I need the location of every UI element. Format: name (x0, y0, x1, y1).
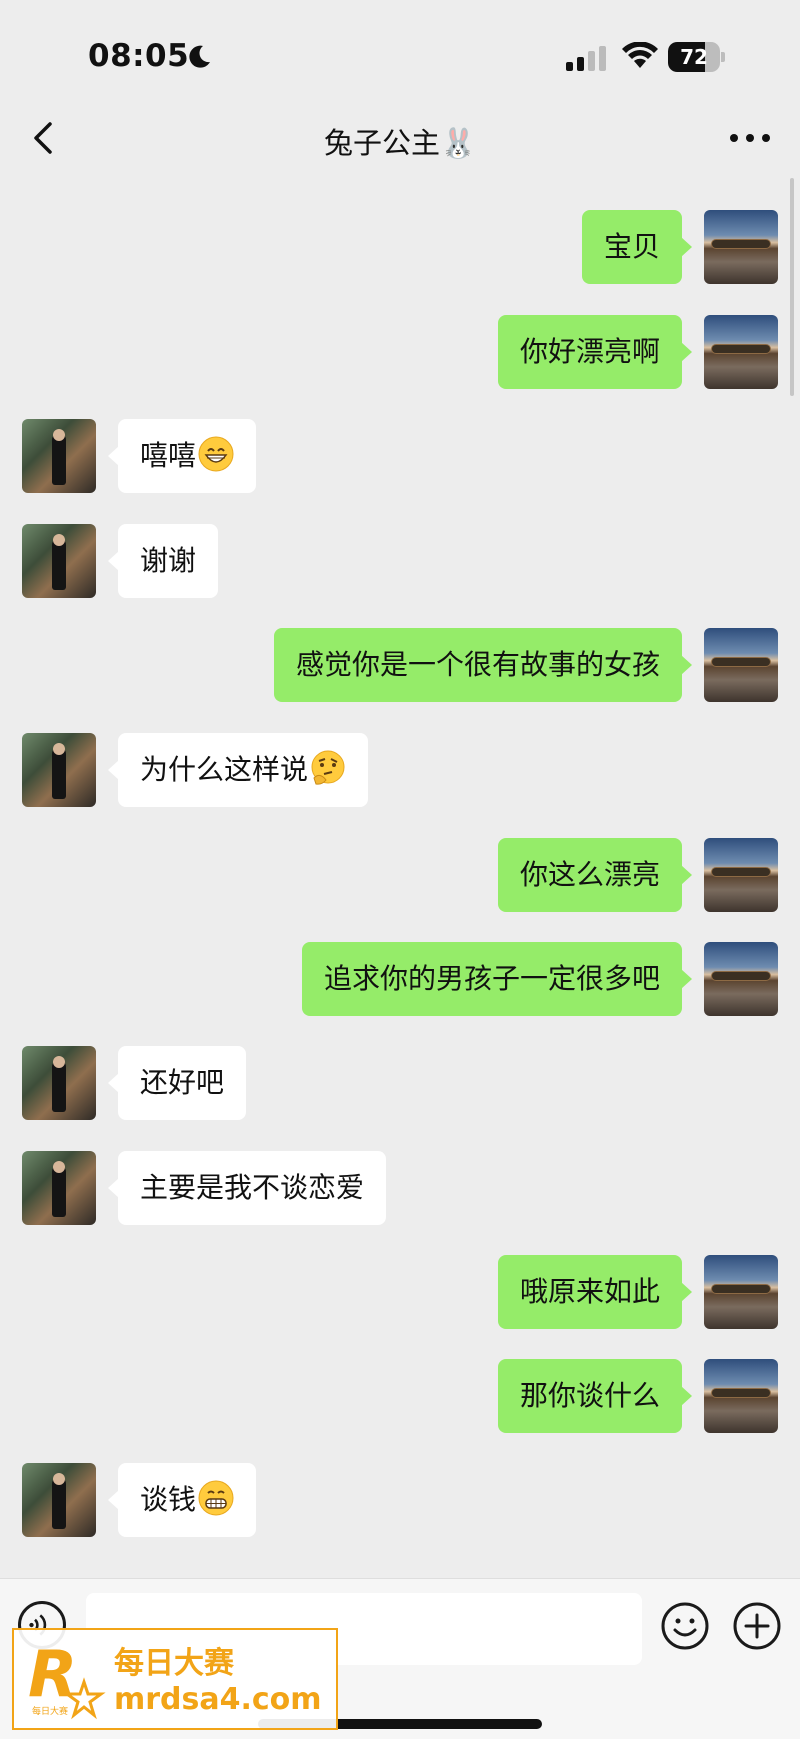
message-row: 谈钱 (0, 1463, 800, 1537)
watermark-small-text: 每日大赛 (32, 1707, 69, 1717)
my-avatar[interactable] (704, 1255, 778, 1329)
watermark-url: mrdsa4.com (114, 1682, 322, 1717)
more-dots-icon[interactable] (728, 128, 772, 148)
contact-avatar[interactable] (22, 1151, 96, 1225)
my-avatar[interactable] (704, 1359, 778, 1433)
message-text: 哦原来如此 (519, 1275, 660, 1308)
message-row: 你这么漂亮 (0, 838, 800, 912)
contact-avatar[interactable] (22, 1463, 96, 1537)
plus-icon[interactable] (732, 1601, 782, 1651)
contact-avatar[interactable] (22, 1046, 96, 1120)
outgoing-bubble[interactable]: 宝贝 (581, 210, 693, 284)
my-avatar[interactable] (704, 942, 778, 1016)
chat-title: 兔子公主🐰 (323, 126, 477, 160)
incoming-bubble[interactable]: 嘻嘻 (107, 419, 257, 493)
message-text: 你这么漂亮 (519, 858, 660, 891)
message-text: 你好漂亮啊 (519, 335, 660, 368)
message-row: 感觉你是一个很有故事的女孩 (0, 628, 800, 702)
message-row: 哦原来如此 (0, 1255, 800, 1329)
outgoing-bubble[interactable]: 感觉你是一个很有故事的女孩 (273, 628, 693, 702)
message-text: 嘻嘻 (140, 439, 197, 472)
battery-level: 72 (680, 45, 708, 69)
message-text: 主要是我不谈恋爱 (140, 1171, 365, 1204)
message-row: 追求你的男孩子一定很多吧 (0, 942, 800, 1016)
watermark-title: 每日大赛 (114, 1646, 234, 1681)
outgoing-bubble[interactable]: 那你谈什么 (497, 1359, 693, 1433)
battery-icon: 72 (668, 42, 725, 72)
message-row: 你好漂亮啊 (0, 315, 800, 389)
message-text: 追求你的男孩子一定很多吧 (323, 962, 660, 995)
message-text: 为什么这样说 (140, 753, 309, 786)
outgoing-bubble[interactable]: 追求你的男孩子一定很多吧 (301, 942, 693, 1016)
incoming-bubble[interactable]: 谢谢 (107, 524, 219, 598)
wifi-icon (622, 42, 658, 68)
my-avatar[interactable] (704, 838, 778, 912)
message-row: 为什么这样说 (0, 733, 800, 807)
message-row: 嘻嘻 (0, 419, 800, 493)
outgoing-bubble[interactable]: 哦原来如此 (497, 1255, 693, 1329)
grinning-face-icon (198, 436, 234, 472)
message-text: 谈钱 (140, 1483, 197, 1516)
incoming-bubble[interactable]: 主要是我不谈恋爱 (107, 1151, 387, 1225)
contact-avatar[interactable] (22, 419, 96, 493)
my-avatar[interactable] (704, 628, 778, 702)
incoming-bubble[interactable]: 谈钱 (107, 1463, 257, 1537)
contact-avatar[interactable] (22, 524, 96, 598)
svg-text:R: R (28, 1638, 77, 1712)
grimacing-face-icon (198, 1480, 234, 1516)
moon-icon (189, 45, 210, 68)
signal-icon (566, 46, 606, 71)
outgoing-bubble[interactable]: 你好漂亮啊 (497, 315, 693, 389)
status-time: 08:05 (88, 38, 190, 74)
emoji-icon[interactable] (660, 1601, 710, 1651)
thinking-face-icon (311, 750, 345, 785)
message-text: 宝贝 (603, 230, 660, 263)
status-bar: 08:05 72 (0, 0, 800, 100)
chat-header: 兔子公主🐰 (0, 100, 800, 178)
message-row: 主要是我不谈恋爱 (0, 1151, 800, 1225)
message-row: 那你谈什么 (0, 1359, 800, 1433)
incoming-bubble[interactable]: 为什么这样说 (107, 733, 369, 807)
watermark-banner: R 每日大赛 每日大赛 mrdsa4.com (12, 1628, 338, 1730)
my-avatar[interactable] (704, 315, 778, 389)
message-row: 谢谢 (0, 524, 800, 598)
message-text: 还好吧 (140, 1066, 225, 1099)
outgoing-bubble[interactable]: 你这么漂亮 (497, 838, 693, 912)
message-row: 还好吧 (0, 1046, 800, 1120)
message-text: 那你谈什么 (519, 1379, 660, 1412)
incoming-bubble[interactable]: 还好吧 (107, 1046, 247, 1120)
message-row: 宝贝 (0, 210, 800, 284)
contact-avatar[interactable] (22, 733, 96, 807)
message-text: 感觉你是一个很有故事的女孩 (295, 648, 660, 681)
my-avatar[interactable] (704, 210, 778, 284)
message-text: 谢谢 (140, 544, 197, 577)
